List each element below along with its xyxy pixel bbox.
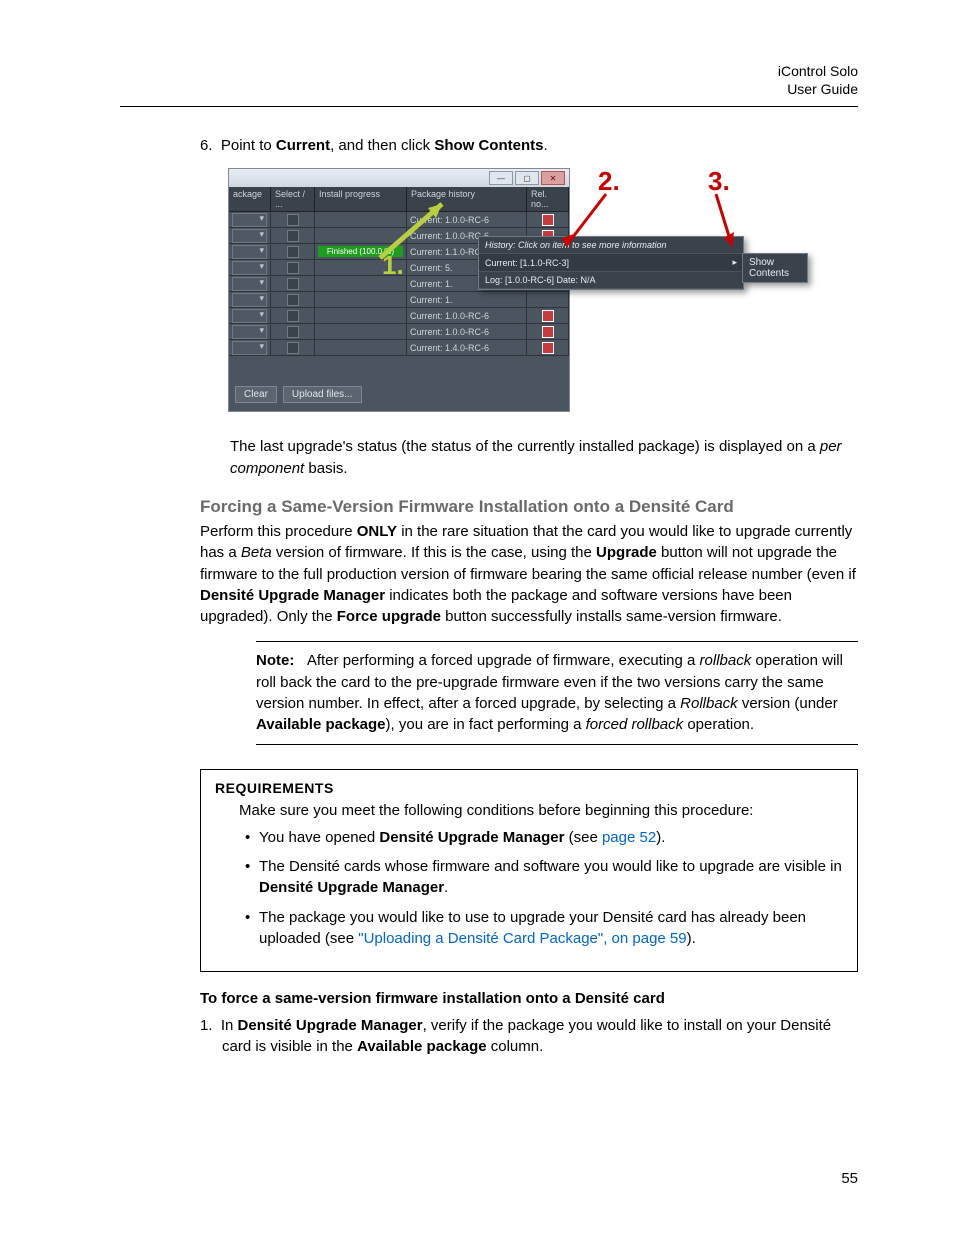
select-checkbox[interactable] bbox=[287, 230, 299, 242]
select-checkbox[interactable] bbox=[287, 310, 299, 322]
package-dropdown[interactable] bbox=[232, 229, 267, 243]
package-dropdown[interactable] bbox=[232, 309, 267, 323]
req-item-1: You have opened Densité Upgrade Manager … bbox=[259, 827, 843, 848]
table-row[interactable]: Current: 1.0.0-RC-6 bbox=[229, 308, 569, 324]
package-dropdown[interactable] bbox=[232, 293, 267, 307]
table-row[interactable]: Current: 1. bbox=[229, 292, 569, 308]
doc-subtitle: User Guide bbox=[120, 80, 858, 98]
select-checkbox[interactable] bbox=[287, 278, 299, 290]
window-titlebar: — ▢ ✕ bbox=[229, 169, 569, 187]
screenshot: 2. 3. — ▢ ✕ ackage Select / ... Ins bbox=[228, 168, 808, 412]
package-dropdown[interactable] bbox=[232, 245, 267, 259]
req-item-3: The package you would like to use to upg… bbox=[259, 907, 843, 950]
select-checkbox[interactable] bbox=[287, 326, 299, 338]
arrow-2 bbox=[558, 188, 618, 258]
pdf-icon[interactable] bbox=[542, 214, 554, 226]
package-dropdown[interactable] bbox=[232, 341, 267, 355]
after-image-text: The last upgrade's status (the status of… bbox=[230, 436, 858, 479]
callout-1: 1. bbox=[382, 250, 404, 281]
flyout-log[interactable]: Log: [1.0.0-RC-6] Date: N/A bbox=[479, 272, 743, 289]
requirements-intro: Make sure you meet the following conditi… bbox=[239, 802, 843, 819]
package-dropdown[interactable] bbox=[232, 213, 267, 227]
page-header: iControl Solo User Guide bbox=[120, 62, 858, 98]
select-checkbox[interactable] bbox=[287, 342, 299, 354]
package-dropdown[interactable] bbox=[232, 325, 267, 339]
req-item-2: The Densité cards whose firmware and sof… bbox=[259, 856, 843, 899]
header-rule bbox=[120, 106, 858, 107]
clear-button[interactable]: Clear bbox=[235, 386, 277, 403]
note-box: Note: After performing a forced upgrade … bbox=[256, 641, 858, 744]
page-number: 55 bbox=[841, 1170, 858, 1187]
col-select: Select / ... bbox=[271, 187, 315, 211]
col-ackage: ackage bbox=[229, 187, 271, 211]
pdf-icon[interactable] bbox=[542, 326, 554, 338]
product-name: iControl Solo bbox=[120, 62, 858, 80]
minimize-button[interactable]: — bbox=[489, 171, 513, 185]
close-button[interactable]: ✕ bbox=[541, 171, 565, 185]
requirements-box: REQUIREMENTS Make sure you meet the foll… bbox=[200, 769, 858, 972]
callout-3: 3. bbox=[708, 166, 730, 197]
select-checkbox[interactable] bbox=[287, 246, 299, 258]
procedure-step-1: 1. In Densité Upgrade Manager, verify if… bbox=[200, 1015, 858, 1058]
package-dropdown[interactable] bbox=[232, 261, 267, 275]
link-page-52[interactable]: page 52 bbox=[602, 829, 656, 846]
procedure-title: To force a same-version firmware install… bbox=[200, 990, 858, 1007]
heading-force: Forcing a Same-Version Firmware Installa… bbox=[200, 497, 858, 517]
table-row[interactable]: Current: 1.4.0-RC-6 bbox=[229, 340, 569, 356]
window-footer: Clear Upload files... bbox=[229, 356, 569, 411]
show-contents-button[interactable]: Show Contents bbox=[742, 253, 808, 283]
table-row[interactable]: Current: 1.0.0-RC-6 bbox=[229, 324, 569, 340]
force-paragraph: Perform this procedure ONLY in the rare … bbox=[200, 521, 858, 627]
pdf-icon[interactable] bbox=[542, 342, 554, 354]
maximize-button[interactable]: ▢ bbox=[515, 171, 539, 185]
content-area: 6. Point to Current, and then click Show… bbox=[200, 137, 858, 1057]
link-uploading-package[interactable]: "Uploading a Densité Card Package", on p… bbox=[358, 930, 686, 947]
chevron-right-icon: ▸ bbox=[732, 257, 737, 268]
step-6: 6. Point to Current, and then click Show… bbox=[200, 137, 858, 154]
select-checkbox[interactable] bbox=[287, 294, 299, 306]
requirements-list: You have opened Densité Upgrade Manager … bbox=[215, 827, 843, 949]
callout-2: 2. bbox=[598, 166, 620, 197]
select-checkbox[interactable] bbox=[287, 214, 299, 226]
requirements-title: REQUIREMENTS bbox=[215, 780, 843, 796]
pdf-icon[interactable] bbox=[542, 310, 554, 322]
arrow-3 bbox=[712, 188, 742, 258]
package-dropdown[interactable] bbox=[232, 277, 267, 291]
select-checkbox[interactable] bbox=[287, 262, 299, 274]
upload-files-button[interactable]: Upload files... bbox=[283, 386, 362, 403]
